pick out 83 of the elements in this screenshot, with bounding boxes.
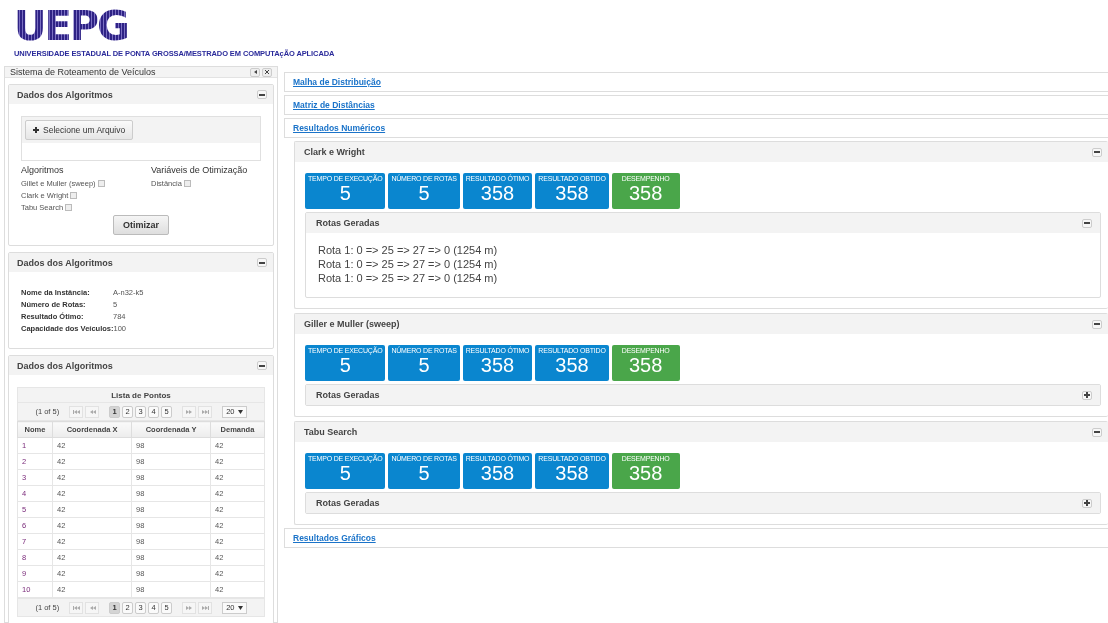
previous-page-button[interactable] bbox=[85, 601, 100, 614]
optimize-button[interactable]: Otimizar bbox=[113, 215, 169, 235]
metric-value: 5 bbox=[418, 462, 430, 484]
caret-icon bbox=[253, 70, 257, 74]
minus-icon bbox=[1094, 151, 1100, 153]
collapse-button[interactable] bbox=[1082, 498, 1092, 508]
metric-value: 358 bbox=[629, 182, 663, 204]
section-label: Variáveis de Otimização bbox=[151, 165, 249, 175]
panel-title: Clark e Wright bbox=[304, 147, 365, 157]
metric-value: 358 bbox=[480, 462, 515, 484]
metric-value: 358 bbox=[480, 182, 515, 204]
minus-icon bbox=[259, 364, 265, 367]
panel-title: Rotas Geradas bbox=[316, 218, 380, 228]
route-text: Rota 1: 0 => 25 => 27 => 0 (1254 m) bbox=[318, 257, 499, 271]
minus-icon bbox=[259, 93, 265, 96]
upload-button[interactable]: Selecione um Arquivo bbox=[25, 120, 134, 140]
minus-icon bbox=[1094, 431, 1100, 433]
checkbox[interactable] bbox=[65, 203, 73, 211]
minus-icon bbox=[1084, 222, 1090, 224]
last-page-icon bbox=[201, 605, 209, 610]
logo: UEPG bbox=[14, 8, 128, 44]
previous-page-icon bbox=[88, 409, 96, 414]
collapse-button[interactable] bbox=[1082, 218, 1092, 228]
close-button[interactable] bbox=[262, 67, 272, 77]
plus-icon bbox=[1084, 500, 1090, 506]
metric-value: 358 bbox=[555, 182, 589, 204]
metric-value: 358 bbox=[555, 354, 589, 376]
metric-value: 5 bbox=[418, 182, 430, 204]
table-caption: Lista de Pontos bbox=[17, 387, 265, 402]
metric-value: 5 bbox=[339, 354, 351, 376]
checkbox[interactable] bbox=[70, 191, 78, 199]
metric-value: 358 bbox=[555, 462, 589, 484]
section-link[interactable]: Matriz de Distâncias bbox=[293, 100, 375, 110]
route-text: Rota 1: 0 => 25 => 27 => 0 (1254 m) bbox=[318, 243, 499, 257]
section-label: Algoritmos bbox=[21, 165, 65, 175]
metric-value: 5 bbox=[339, 462, 351, 484]
plus-icon bbox=[33, 127, 39, 133]
caret-icon bbox=[237, 605, 243, 610]
next-page-icon bbox=[185, 605, 193, 610]
collapse-button[interactable] bbox=[257, 258, 267, 267]
panel-title: Rotas Geradas bbox=[316, 498, 380, 508]
panel-title: Rotas Geradas bbox=[316, 390, 380, 400]
checkbox[interactable] bbox=[183, 179, 191, 187]
last-page-icon bbox=[201, 409, 209, 414]
close-icon bbox=[265, 70, 269, 74]
collapse-button[interactable] bbox=[1092, 147, 1102, 157]
section-link[interactable]: Resultados Numéricos bbox=[293, 123, 386, 133]
metric-value: 5 bbox=[418, 354, 430, 376]
previous-page-button[interactable] bbox=[85, 405, 100, 418]
previous-page-icon bbox=[88, 605, 96, 610]
next-page-icon bbox=[185, 409, 193, 414]
first-page-icon bbox=[72, 409, 80, 414]
first-page-button[interactable] bbox=[69, 405, 84, 418]
panel-title: Giller e Muller (sweep) bbox=[304, 319, 400, 329]
section-link[interactable]: Resultados Gráficos bbox=[293, 533, 376, 543]
first-page-button[interactable] bbox=[69, 601, 84, 614]
panel-title: Dados dos Algoritmos bbox=[17, 89, 113, 100]
minus-icon bbox=[1094, 323, 1100, 325]
section-link[interactable]: Malha de Distribuição bbox=[293, 77, 381, 87]
sidebar-title: Sistema de Roteamento de Veículos bbox=[10, 67, 156, 77]
first-page-icon bbox=[72, 605, 80, 610]
panel-title: Tabu Search bbox=[304, 427, 358, 437]
metric-value: 358 bbox=[629, 354, 663, 376]
plus-icon bbox=[1084, 392, 1090, 398]
route-text: Rota 1: 0 => 25 => 27 => 0 (1254 m) bbox=[318, 271, 499, 285]
collapse-left-button[interactable] bbox=[250, 67, 260, 77]
collapse-button[interactable] bbox=[1092, 319, 1102, 329]
last-page-button[interactable] bbox=[198, 601, 213, 614]
collapse-button[interactable] bbox=[1082, 390, 1092, 400]
panel-title: Dados dos Algoritmos bbox=[17, 257, 113, 268]
metric-value: 358 bbox=[480, 354, 515, 376]
checkbox[interactable] bbox=[97, 179, 105, 187]
caret-icon bbox=[237, 409, 243, 414]
metric-value: 5 bbox=[339, 182, 351, 204]
metric-value: 358 bbox=[629, 462, 663, 484]
minus-icon bbox=[259, 261, 265, 264]
last-page-button[interactable] bbox=[198, 405, 213, 418]
collapse-button[interactable] bbox=[1092, 427, 1102, 437]
collapse-button[interactable] bbox=[257, 90, 267, 99]
collapse-button[interactable] bbox=[257, 361, 267, 370]
panel-title: Dados dos Algoritmos bbox=[17, 360, 113, 371]
next-page-button[interactable] bbox=[182, 601, 197, 614]
next-page-button[interactable] bbox=[182, 405, 197, 418]
